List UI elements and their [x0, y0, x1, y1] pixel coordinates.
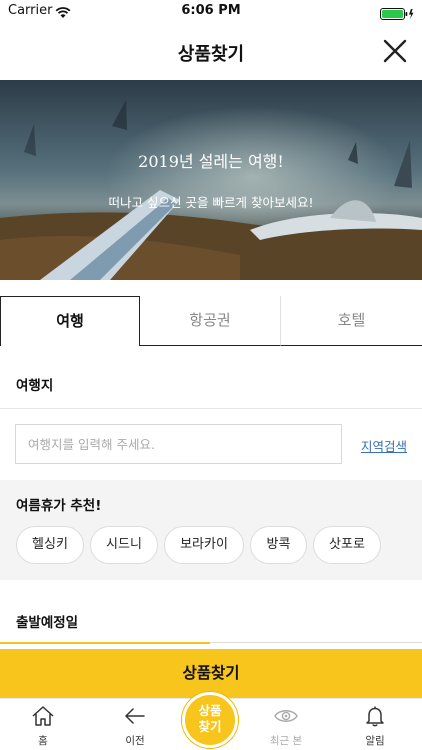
- tabbar-home-label: 홈: [38, 735, 48, 747]
- tab-travel[interactable]: 여행: [0, 296, 140, 346]
- hero-subtitle: 떠나고 싶으신 곳을 빠르게 찾아보세요!: [108, 195, 314, 210]
- tabbar-recent[interactable]: 최근 본: [256, 705, 316, 748]
- tab-hotel[interactable]: 호텔: [281, 296, 422, 346]
- chip-sapporo[interactable]: 삿포로: [313, 526, 381, 564]
- home-icon: [32, 706, 54, 726]
- destination-label: 여행지: [16, 378, 54, 394]
- tabbar-home[interactable]: 홈: [13, 705, 73, 748]
- chip-sydney[interactable]: 시드니: [90, 526, 158, 564]
- status-time: 6:06 PM: [181, 3, 241, 18]
- status-bar: Carrier 6:06 PM: [0, 0, 422, 22]
- nav-header: 상품찾기: [0, 22, 422, 80]
- region-search-link[interactable]: 지역검색: [361, 436, 407, 455]
- close-icon: [383, 39, 407, 63]
- close-button[interactable]: [380, 36, 410, 66]
- hero-title: 2019년 설레는 여행!: [138, 152, 284, 171]
- hero-banner: 2019년 설레는 여행! 떠나고 싶으신 곳을 빠르게 찾아보세요!: [0, 80, 422, 280]
- eye-icon: [274, 710, 298, 722]
- category-tabs: 여행 항공권 호텔: [0, 296, 422, 346]
- destination-input[interactable]: [15, 424, 342, 464]
- tabbar-alarm[interactable]: 알림: [345, 705, 405, 748]
- tabbar-back-label: 이전: [125, 735, 145, 747]
- chip-boracay[interactable]: 보라카이: [164, 526, 244, 564]
- center-button-line1: 상품: [198, 703, 222, 718]
- center-button-line2: 찾기: [198, 719, 222, 734]
- departure-date-label: 출발예정일: [16, 615, 79, 631]
- chip-bangkok[interactable]: 방콕: [250, 526, 307, 564]
- beach-photo: [0, 80, 422, 280]
- summer-recommend-label: 여름휴가 추천!: [16, 498, 102, 514]
- divider: [0, 408, 422, 409]
- chip-helsinki[interactable]: 헬싱키: [16, 526, 84, 564]
- page-title: 상품찾기: [177, 44, 245, 65]
- tab-flight[interactable]: 항공권: [140, 296, 281, 346]
- tabbar-back[interactable]: 이전: [105, 705, 165, 748]
- search-products-button[interactable]: 상품찾기: [0, 649, 422, 698]
- tabbar-alarm-label: 알림: [365, 735, 385, 747]
- tabbar-find-products-button[interactable]: 상품 찾기: [182, 692, 238, 748]
- tabbar-recent-label: 최근 본: [269, 735, 303, 747]
- bell-icon: [366, 706, 384, 727]
- back-arrow-icon: [125, 708, 145, 724]
